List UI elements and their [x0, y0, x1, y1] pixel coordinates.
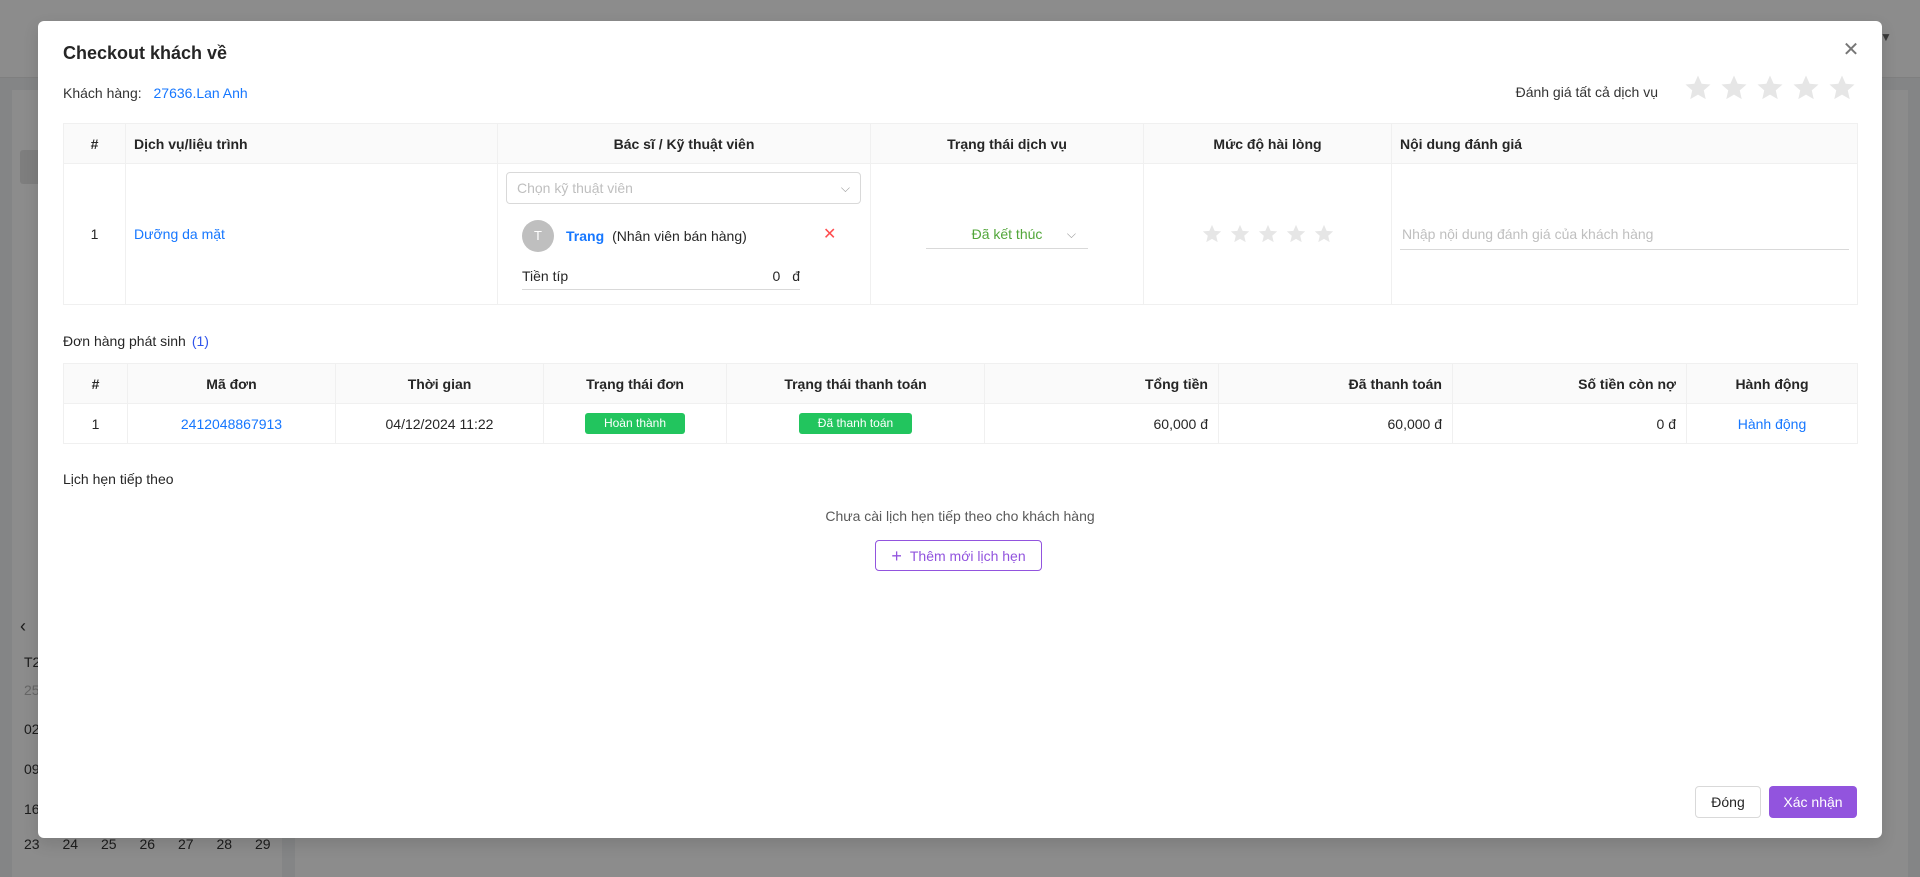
column-header: Tổng tiền	[984, 363, 1219, 404]
star-icon[interactable]	[1285, 223, 1307, 245]
service-status-value: Đã kết thúc	[971, 226, 1043, 242]
technician-select-placeholder: Chọn kỹ thuật viên	[517, 180, 633, 196]
star-icon[interactable]	[1229, 223, 1251, 245]
customer-link[interactable]: 27636.Lan Anh	[154, 85, 248, 101]
technician-cell: Chọn kỹ thuật viên ⌵ T Trang (Nhân viên …	[497, 163, 871, 305]
customer-label: Khách hàng:	[63, 85, 142, 101]
column-header: Dịch vụ/liệu trình	[125, 123, 498, 164]
services-header-row: # Dịch vụ/liệu trình Bác sĩ / Kỹ thuật v…	[63, 123, 1858, 164]
technician-item: T Trang (Nhân viên bán hàng)	[522, 220, 842, 252]
column-header: Nội dung đánh giá	[1391, 123, 1858, 164]
orders-count: (1)	[191, 333, 209, 349]
tip-label: Tiền típ	[522, 267, 569, 284]
column-header: Trạng thái thanh toán	[726, 363, 985, 404]
order-debt: 0 đ	[1452, 403, 1687, 444]
orders-section-label: Đơn hàng phát sinh (1)	[63, 333, 209, 349]
star-icon[interactable]	[1719, 73, 1749, 103]
payment-status-badge: Đã thanh toán	[798, 413, 913, 434]
tip-field[interactable]: Tiền típ 0 đ	[522, 262, 800, 290]
review-input[interactable]	[1400, 218, 1849, 250]
satisfaction-stars[interactable]	[1152, 223, 1383, 245]
order-code-link[interactable]: 2412048867913	[181, 416, 282, 432]
technician-role: (Nhân viên bán hàng)	[612, 228, 747, 244]
orders-section-title: Đơn hàng phát sinh	[63, 333, 186, 349]
table-row: 1 Dưỡng da mặt Chọn kỹ thuật viên ⌵ T Tr…	[63, 163, 1858, 305]
star-icon[interactable]	[1683, 73, 1713, 103]
service-link[interactable]: Dưỡng da mặt	[134, 226, 225, 242]
services-table: # Dịch vụ/liệu trình Bác sĩ / Kỹ thuật v…	[63, 123, 1858, 305]
star-icon[interactable]	[1313, 223, 1335, 245]
column-header: #	[63, 363, 128, 404]
table-row: 1 2412048867913 04/12/2024 11:22 Hoàn th…	[63, 403, 1858, 444]
rate-all-label: Đánh giá tất cả dịch vụ	[1515, 84, 1658, 100]
star-icon[interactable]	[1257, 223, 1279, 245]
row-index: 1	[63, 163, 126, 305]
column-header: Đã thanh toán	[1218, 363, 1453, 404]
column-header: Mã đơn	[127, 363, 336, 404]
orders-table: # Mã đơn Thời gian Trạng thái đơn Trạng …	[63, 363, 1858, 444]
row-index: 1	[63, 403, 128, 444]
technician-name[interactable]: Trang	[566, 228, 604, 244]
order-time: 04/12/2024 11:22	[335, 403, 544, 444]
remove-technician-icon[interactable]: ✕	[823, 224, 836, 244]
order-status-badge: Hoàn thành	[584, 413, 686, 434]
rate-all-stars[interactable]	[1683, 73, 1857, 103]
column-header: Thời gian	[335, 363, 544, 404]
column-header: Mức độ hài lòng	[1143, 123, 1392, 164]
column-header: Hành động	[1686, 363, 1858, 404]
order-paid: 60,000 đ	[1218, 403, 1453, 444]
technician-select[interactable]: Chọn kỹ thuật viên ⌵	[506, 172, 861, 204]
appointments-empty-text: Chưa cài lịch hẹn tiếp theo cho khách hà…	[825, 508, 1095, 524]
star-icon[interactable]	[1827, 73, 1857, 103]
customer-info: Khách hàng: 27636.Lan Anh	[63, 85, 248, 101]
appointments-section-label: Lịch hẹn tiếp theo	[63, 471, 174, 487]
column-header: Trạng thái dịch vụ	[870, 123, 1144, 164]
star-icon[interactable]	[1791, 73, 1821, 103]
column-header: Trạng thái đơn	[543, 363, 727, 404]
checkout-modal: Checkout khách về ✕ Khách hàng: 27636.La…	[38, 21, 1882, 838]
order-total: 60,000 đ	[984, 403, 1219, 444]
avatar: T	[522, 220, 554, 252]
column-header: #	[63, 123, 126, 164]
chevron-down-icon: ⌵	[1066, 227, 1076, 241]
tip-value[interactable]: 0	[773, 268, 781, 284]
tip-currency: đ	[792, 267, 800, 284]
add-appointment-button[interactable]: + Thêm mới lịch hẹn	[875, 540, 1042, 571]
chevron-down-icon: ⌵	[840, 181, 850, 195]
star-icon[interactable]	[1201, 223, 1223, 245]
column-header: Bác sĩ / Kỹ thuật viên	[497, 123, 871, 164]
service-status-select[interactable]: Đã kết thúc ⌵	[926, 219, 1088, 249]
modal-title: Checkout khách về	[63, 43, 228, 63]
close-icon[interactable]: ✕	[1840, 39, 1862, 61]
orders-header-row: # Mã đơn Thời gian Trạng thái đơn Trạng …	[63, 363, 1858, 404]
column-header: Số tiền còn nợ	[1452, 363, 1687, 404]
star-icon[interactable]	[1755, 73, 1785, 103]
order-action-link[interactable]: Hành động	[1738, 416, 1807, 432]
confirm-button[interactable]: Xác nhận	[1769, 786, 1857, 818]
plus-icon: +	[891, 545, 902, 566]
add-appointment-label: Thêm mới lịch hẹn	[909, 547, 1026, 564]
close-button[interactable]: Đóng	[1695, 786, 1761, 818]
